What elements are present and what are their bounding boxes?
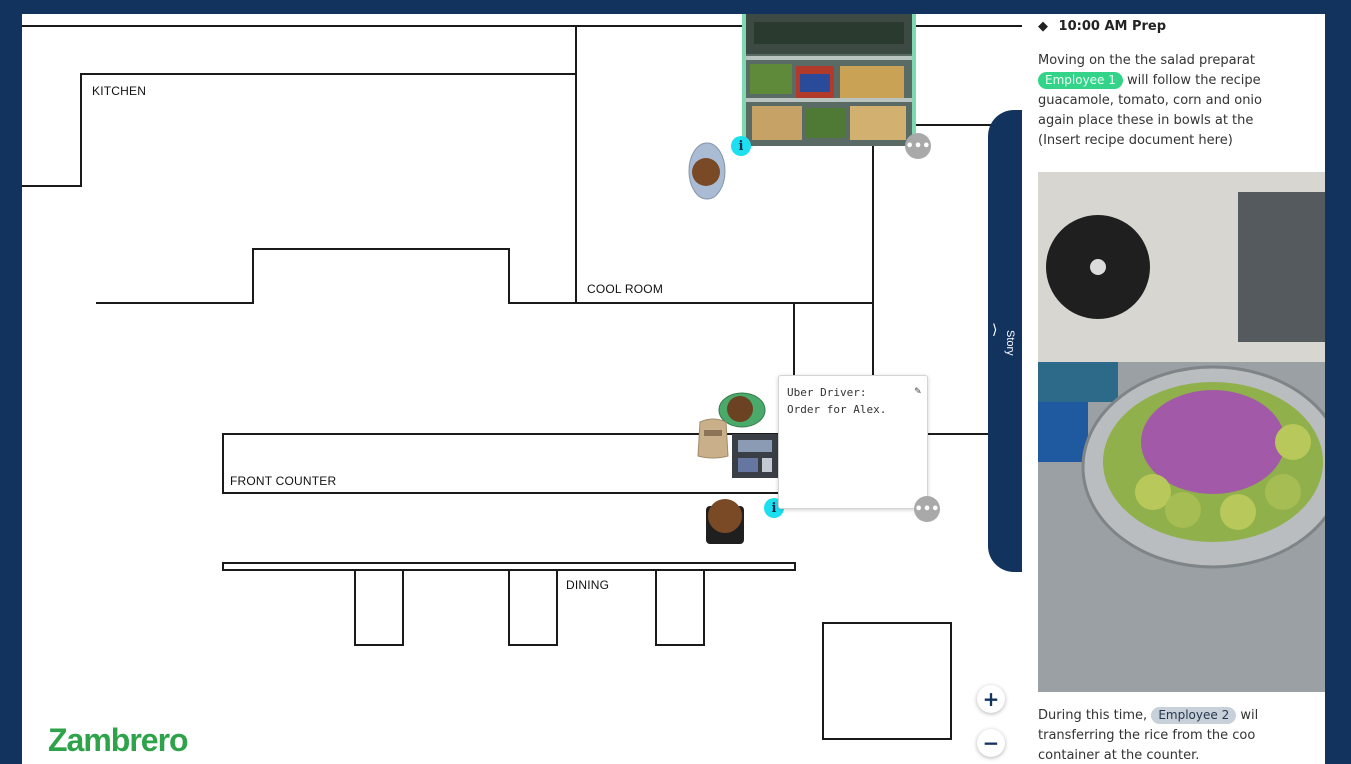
wall xyxy=(793,302,795,378)
dining-table xyxy=(655,569,705,646)
dining-table xyxy=(508,569,558,646)
story-line: During this time, Employee 2 wil xyxy=(1038,706,1325,726)
dining-table xyxy=(354,569,404,646)
customer-icon[interactable] xyxy=(700,496,750,544)
story-line-text: will follow the recipe xyxy=(1122,73,1261,88)
story-step-header: ◆ 10:00 AM Prep xyxy=(1038,19,1166,34)
story-line: guacamole, tomato, corn and onio xyxy=(1038,93,1262,108)
story-paragraph-2: During this time, Employee 2 wil transfe… xyxy=(1038,706,1325,764)
wall xyxy=(222,433,224,493)
zoom-out-button[interactable]: − xyxy=(977,729,1005,757)
story-line: Moving on the the salad preparat xyxy=(1038,53,1255,68)
kitchen-bench xyxy=(252,248,510,304)
story-line-text: During this time, xyxy=(1038,708,1152,723)
more-options-button[interactable]: ••• xyxy=(905,133,931,159)
room-label-cool-room: COOL ROOM xyxy=(587,282,664,296)
room-label-kitchen: KITCHEN xyxy=(92,84,147,98)
employee-1-chip[interactable]: Employee 1 xyxy=(1038,72,1123,89)
shelf-photo-card[interactable] xyxy=(742,14,916,146)
story-panel[interactable]: ◆ 10:00 AM Prep Moving on the the salad … xyxy=(1022,14,1325,764)
note-card[interactable]: Uber Driver: Order for Alex. ✎ xyxy=(778,375,928,509)
story-line: again place these in bowls at the xyxy=(1038,113,1254,128)
info-icon[interactable]: i xyxy=(731,136,751,156)
wall xyxy=(80,73,82,186)
floor-plan-canvas[interactable]: KITCHEN COOL ROOM FRONT COUNTER DINING i… xyxy=(22,14,1022,764)
story-line: (Insert recipe document here) xyxy=(1038,133,1233,148)
paperclip-icon[interactable]: ✎ xyxy=(914,382,921,399)
story-photo[interactable] xyxy=(1038,172,1325,692)
story-line-text: wil xyxy=(1236,708,1259,723)
story-paragraph-1: Moving on the the salad preparat Employe… xyxy=(1038,51,1325,151)
wall xyxy=(872,124,874,378)
wall xyxy=(575,27,577,303)
more-options-button[interactable]: ••• xyxy=(914,496,940,522)
story-line: container at the counter. xyxy=(1038,748,1200,763)
employee-2-chip[interactable]: Employee 2 xyxy=(1151,707,1237,724)
story-line: Employee 1 will follow the recipe xyxy=(1038,71,1325,91)
note-card-text: Uber Driver: Order for Alex. xyxy=(787,386,887,416)
room-label-dining: DINING xyxy=(566,578,610,592)
wall xyxy=(222,492,778,494)
wall xyxy=(80,73,576,75)
chevron-right-icon: ⟩ xyxy=(992,322,998,338)
diamond-icon: ◆ xyxy=(1038,19,1048,34)
cash-register-icon[interactable] xyxy=(732,434,778,478)
zoom-in-button[interactable]: + xyxy=(977,685,1005,713)
story-tab-label: Story xyxy=(1004,330,1016,356)
guacamole-prep-photo xyxy=(1038,172,1325,692)
dining-square-table xyxy=(822,622,952,740)
story-panel-tab[interactable]: ⟩ Story xyxy=(988,110,1022,572)
wall xyxy=(22,185,82,187)
employee-gray-icon[interactable] xyxy=(686,140,728,202)
story-step-title: 10:00 AM Prep xyxy=(1058,19,1167,34)
room-label-front-counter: FRONT COUNTER xyxy=(230,474,337,488)
ingredient-sack-icon[interactable] xyxy=(696,416,730,460)
shelf-photo-image xyxy=(746,14,912,146)
brand-logo: Zambrero xyxy=(48,722,189,758)
story-line: transferring the rice from the coo xyxy=(1038,728,1256,743)
